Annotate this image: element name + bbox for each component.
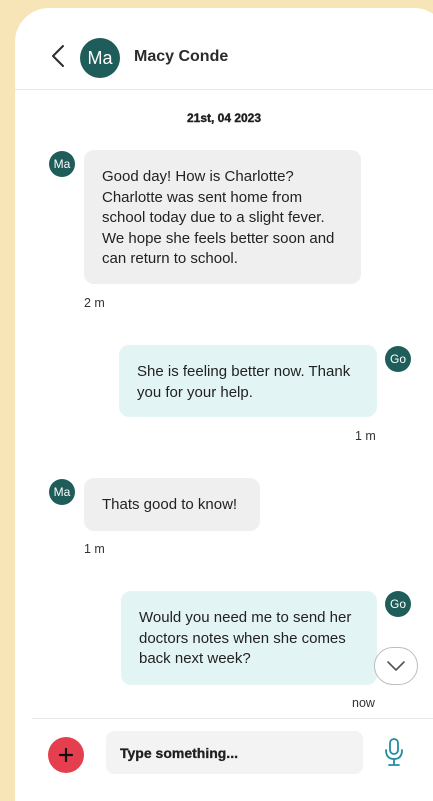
sender-avatar: Go bbox=[385, 591, 411, 617]
message-time: 2 m bbox=[84, 296, 105, 310]
message-text: Thats good to know! bbox=[102, 496, 238, 513]
message-bubble-outgoing[interactable]: Would you need me to send her doctors no… bbox=[121, 591, 377, 685]
plus-icon bbox=[58, 747, 74, 763]
message-time: 1 m bbox=[355, 429, 376, 443]
message-time: 1 m bbox=[84, 542, 105, 556]
chat-screen: Ma Macy Conde 21st, 04 2023 Ma Good day!… bbox=[15, 8, 433, 801]
chevron-down-icon bbox=[387, 661, 405, 671]
message-text: Good day! How is Charlotte? Charlotte wa… bbox=[102, 168, 335, 267]
add-attachment-button[interactable] bbox=[48, 737, 84, 773]
date-divider: 21st, 04 2023 bbox=[186, 111, 262, 125]
message-text: Would you need me to send her doctors no… bbox=[139, 609, 352, 667]
message-text: She is feeling better now. Thank you for… bbox=[137, 363, 351, 401]
message-time: now bbox=[352, 696, 375, 710]
contact-avatar[interactable]: Ma bbox=[80, 38, 120, 78]
message-composer: Type something... bbox=[32, 718, 433, 801]
message-bubble-incoming[interactable]: Good day! How is Charlotte? Charlotte wa… bbox=[84, 150, 361, 284]
contact-name[interactable]: Macy Conde bbox=[134, 48, 228, 66]
microphone-icon[interactable] bbox=[384, 737, 404, 767]
sender-avatar: Ma bbox=[49, 151, 75, 177]
message-bubble-incoming[interactable]: Thats good to know! bbox=[84, 478, 260, 531]
message-bubble-outgoing[interactable]: She is feeling better now. Thank you for… bbox=[119, 345, 377, 417]
message-input[interactable]: Type something... bbox=[106, 731, 363, 774]
scroll-to-bottom-button[interactable] bbox=[374, 647, 418, 685]
sender-avatar: Go bbox=[385, 346, 411, 372]
chat-header: Ma Macy Conde bbox=[15, 8, 433, 90]
message-input-placeholder: Type something... bbox=[120, 744, 238, 761]
sender-avatar: Ma bbox=[49, 479, 75, 505]
chevron-left-icon[interactable] bbox=[49, 44, 69, 68]
